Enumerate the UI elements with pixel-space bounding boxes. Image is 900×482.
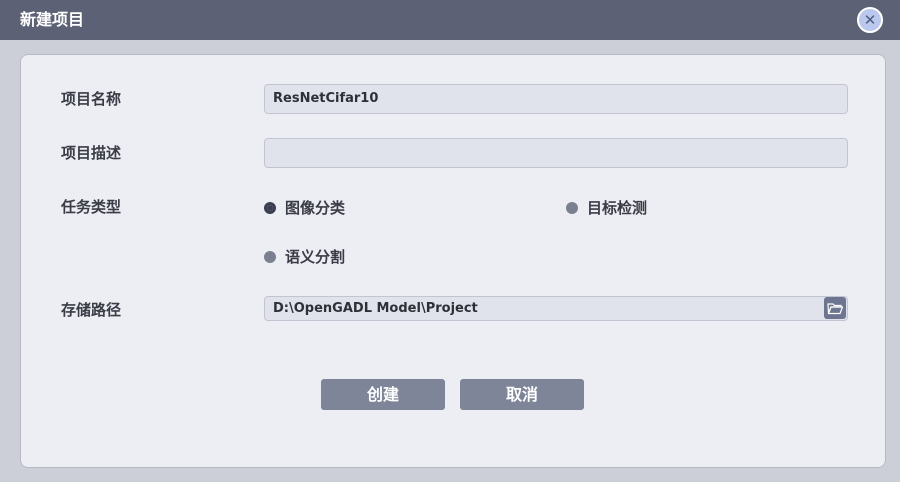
cancel-button[interactable]: 取消 xyxy=(460,379,584,410)
form-panel: 项目名称 ResNetCifar10 项目描述 任务类型 图像分类 目标检测 语… xyxy=(20,54,886,468)
close-icon[interactable]: ✕ xyxy=(857,7,883,33)
new-project-dialog: 新建项目 ✕ 项目名称 ResNetCifar10 项目描述 任务类型 图像分类… xyxy=(0,0,900,482)
radio-label: 目标检测 xyxy=(587,199,648,217)
radio-label: 图像分类 xyxy=(285,199,346,217)
storage-path-label: 存储路径 xyxy=(61,301,122,319)
radio-object-detection[interactable]: 目标检测 xyxy=(566,197,647,218)
radio-semantic-segmentation[interactable]: 语义分割 xyxy=(264,246,345,267)
project-description-label: 项目描述 xyxy=(61,144,122,162)
title-bar: 新建项目 ✕ xyxy=(0,0,900,40)
radio-unchecked-icon xyxy=(566,201,578,214)
project-description-input[interactable] xyxy=(264,138,848,168)
radio-checked-icon xyxy=(264,201,276,214)
radio-label: 语义分割 xyxy=(285,248,346,266)
folder-open-icon[interactable] xyxy=(824,297,846,319)
project-name-label: 项目名称 xyxy=(61,90,122,108)
create-button[interactable]: 创建 xyxy=(321,379,445,410)
project-name-input[interactable]: ResNetCifar10 xyxy=(264,84,848,114)
radio-image-classification[interactable]: 图像分类 xyxy=(264,197,345,218)
task-type-label: 任务类型 xyxy=(61,198,122,216)
dialog-title: 新建项目 xyxy=(20,10,85,29)
radio-unchecked-icon xyxy=(264,250,276,263)
storage-path-input[interactable]: D:\OpenGADL Model\Project xyxy=(264,296,848,321)
